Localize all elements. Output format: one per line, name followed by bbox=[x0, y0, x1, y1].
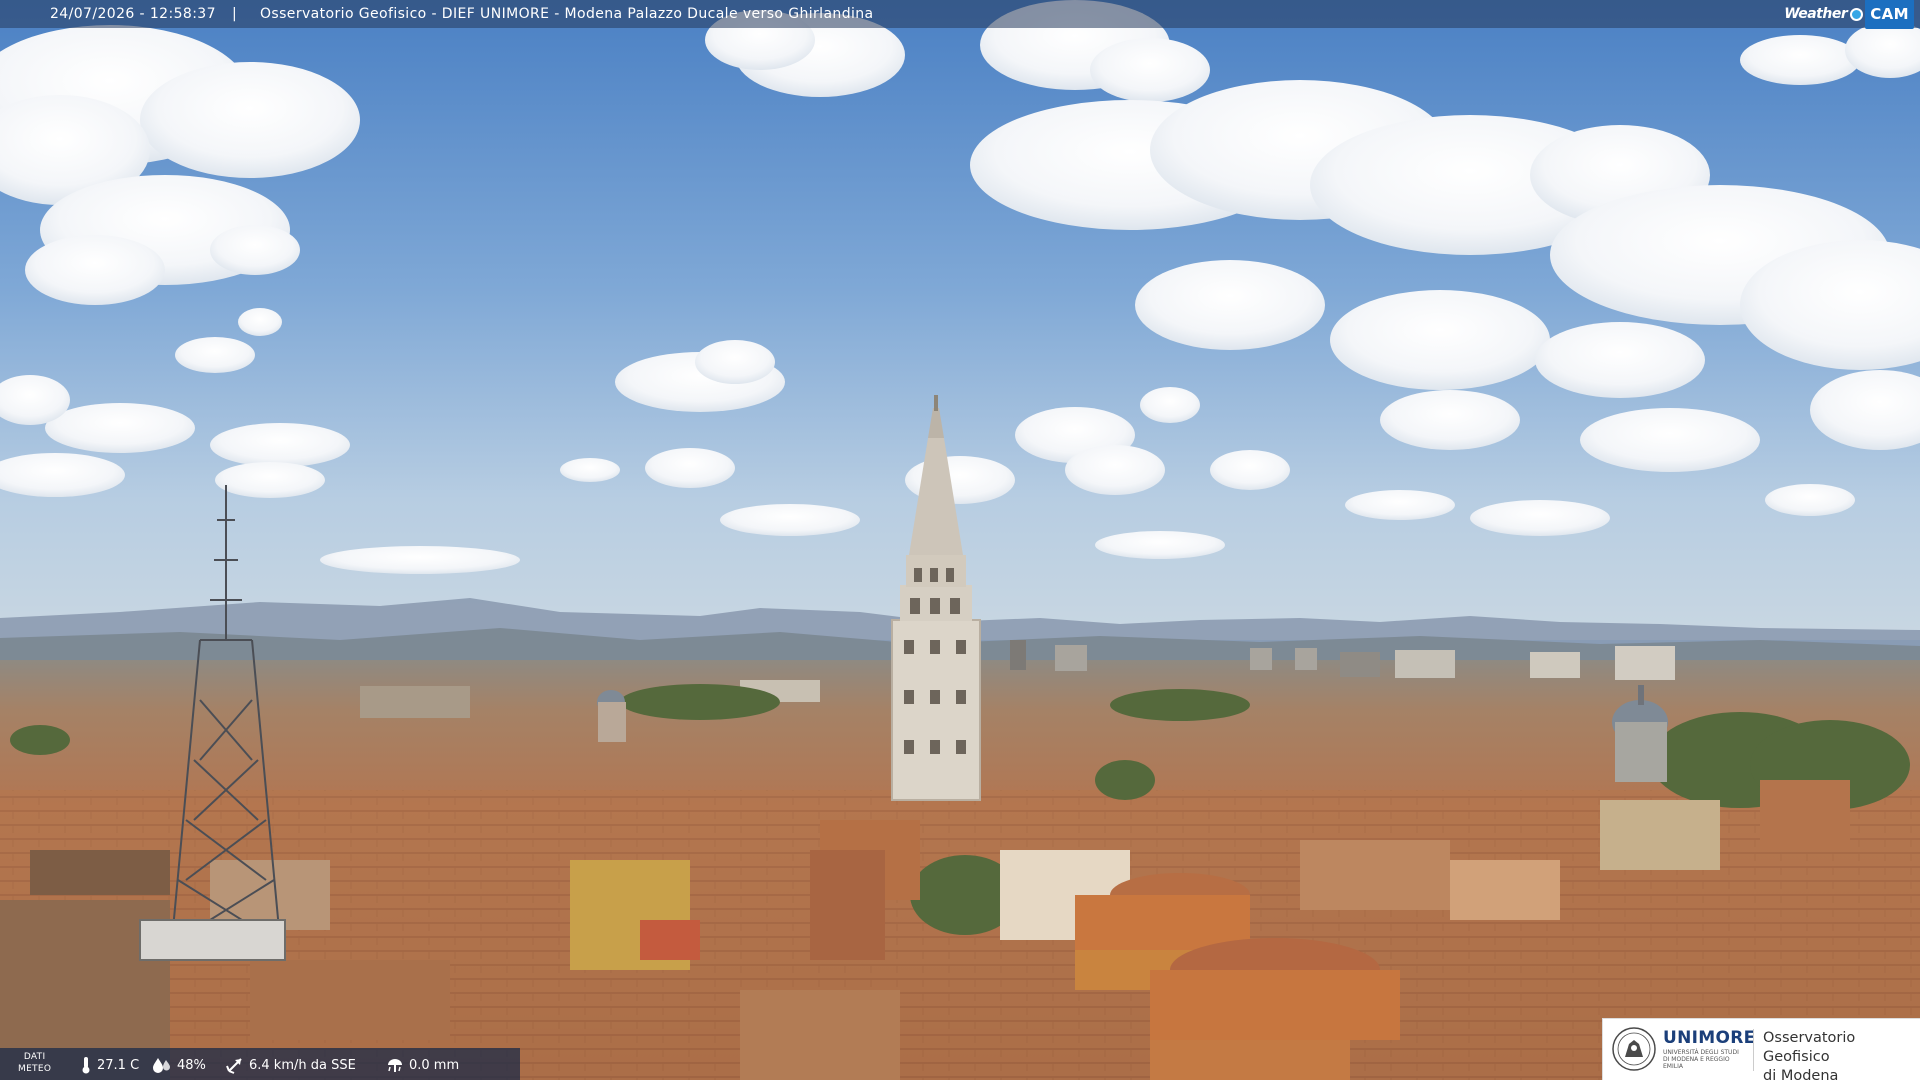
camera-info-bar: 24/07/2026 - 12:58:37 | Osservatorio Geo… bbox=[0, 0, 1920, 29]
unimore-logo-box: UNIMORE UNIVERSITÀ DEGLI STUDI DI MODENA… bbox=[1602, 1018, 1920, 1080]
separator: | bbox=[232, 6, 238, 22]
thermometer-icon bbox=[82, 1057, 90, 1074]
camera-title: Osservatorio Geofisico - DIEF UNIMORE - … bbox=[260, 6, 874, 22]
brand-cam: CAM bbox=[1865, 0, 1914, 29]
webcam-viewport: 24/07/2026 - 12:58:37 | Osservatorio Geo… bbox=[0, 0, 1920, 1080]
weather-data-strip: DATI METEO 27.1 C 48% 6.4 km/h da SSE 0.… bbox=[0, 1048, 520, 1080]
wind-readout: 6.4 km/h da SSE bbox=[226, 1056, 356, 1074]
timestamp: 24/07/2026 - 12:58:37 bbox=[50, 6, 216, 22]
temperature-value: 27.1 C bbox=[97, 1057, 140, 1073]
humidity-value: 48% bbox=[177, 1057, 206, 1073]
brand-weather: Weather bbox=[1784, 6, 1848, 22]
unimore-subtitle: UNIVERSITÀ DEGLI STUDI DI MODENA E REGGI… bbox=[1663, 1049, 1739, 1070]
temperature-readout: 27.1 C bbox=[80, 1056, 139, 1074]
rain-readout: 0.0 mm bbox=[386, 1056, 459, 1074]
droplets-icon bbox=[153, 1058, 170, 1073]
rain-value: 0.0 mm bbox=[409, 1057, 460, 1073]
webcam-scene bbox=[0, 0, 1920, 1080]
weathercam-logo: Weather CAM bbox=[1784, 0, 1914, 29]
wind-value: 6.4 km/h da SSE bbox=[249, 1057, 356, 1073]
weathercam-dot-icon bbox=[1850, 7, 1864, 21]
weather-data-label: DATI METEO bbox=[18, 1052, 52, 1074]
unimore-wordmark: UNIMORE bbox=[1663, 1028, 1756, 1048]
humidity-readout: 48% bbox=[152, 1056, 206, 1074]
observatory-name: Osservatorio Geofisico di Modena bbox=[1763, 1030, 1856, 1080]
rain-gauge-icon bbox=[388, 1059, 402, 1072]
unimore-seal-icon bbox=[1612, 1027, 1656, 1071]
wind-vane-icon bbox=[226, 1058, 242, 1074]
logo-divider bbox=[1753, 1029, 1754, 1071]
